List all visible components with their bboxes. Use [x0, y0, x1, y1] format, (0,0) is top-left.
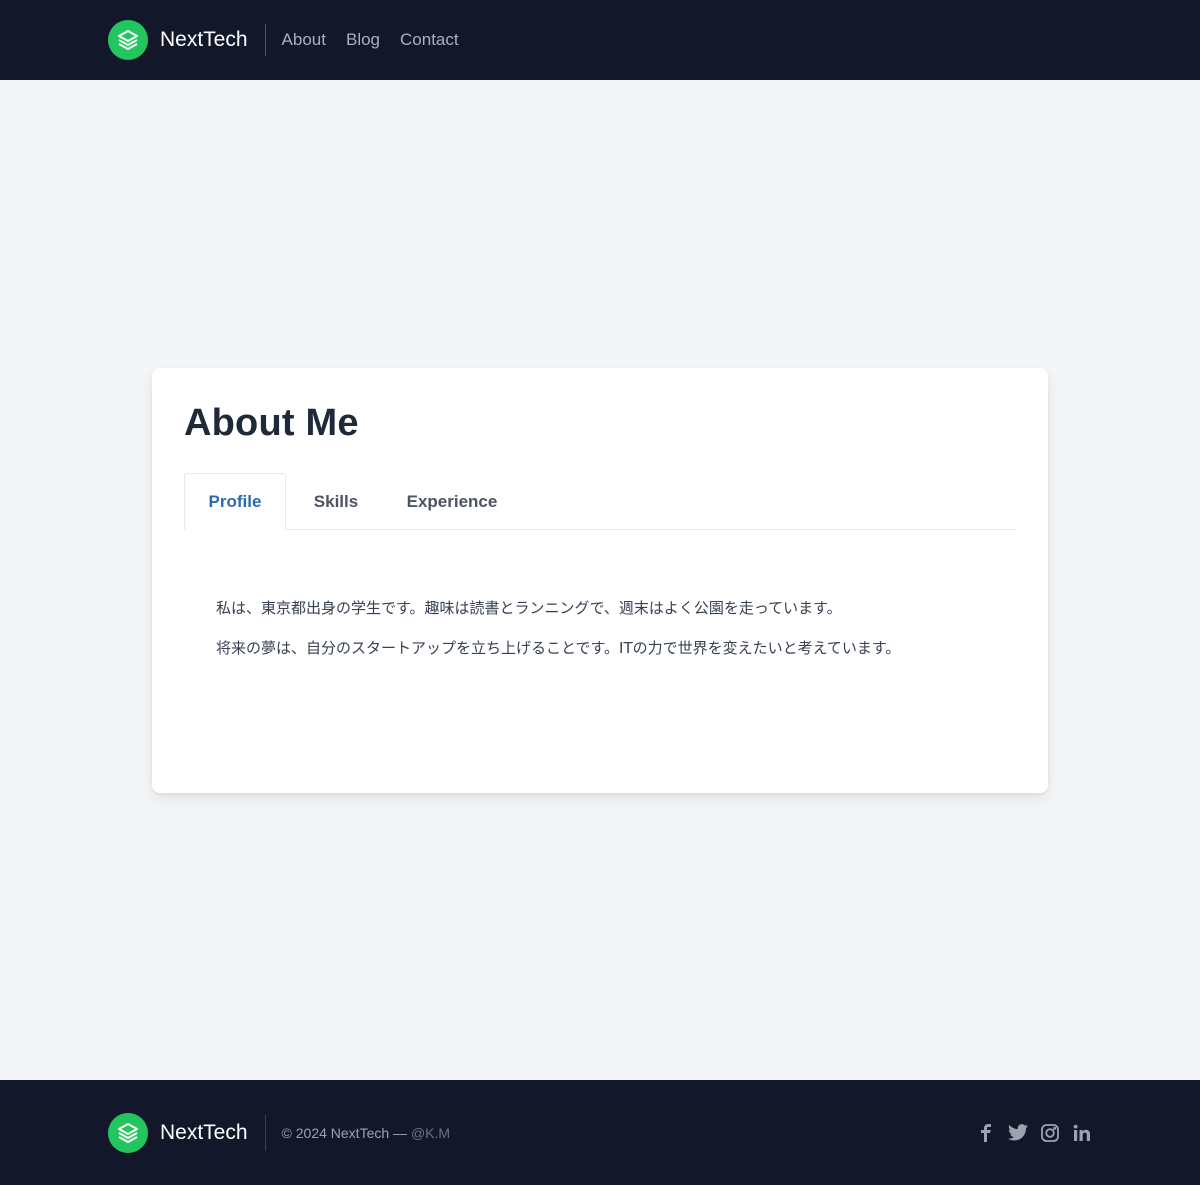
divider: [264, 24, 266, 56]
instagram-icon[interactable]: [1040, 1123, 1060, 1143]
nav-link-blog[interactable]: Blog: [346, 30, 380, 50]
layers-logo-icon: [108, 1112, 148, 1153]
copyright-label: © 2024 NextTech —: [281, 1124, 411, 1141]
top-navbar: NextTech About Blog Contact: [0, 0, 1200, 80]
footer: NextTech © 2024 NextTech — @K.M: [0, 1080, 1200, 1185]
brand-name: NextTech: [160, 28, 248, 51]
footer-brand-name: NextTech: [160, 1120, 248, 1144]
twitter-icon[interactable]: [1008, 1123, 1028, 1143]
divider: [264, 1114, 266, 1151]
facebook-icon[interactable]: [976, 1123, 996, 1143]
linkedin-icon[interactable]: [1072, 1123, 1092, 1143]
author-handle: @K.M: [410, 1124, 451, 1141]
nav-link-contact[interactable]: Contact: [400, 30, 459, 50]
tab-profile[interactable]: Profile: [184, 473, 286, 530]
copyright-text: © 2024 NextTech — @K.M: [282, 1125, 451, 1141]
tab-skills[interactable]: Skills: [286, 473, 386, 530]
tab-panel-profile: 私は、東京都出身の学生です。趣味は読書とランニングで、週末はよく公園を走っていま…: [184, 530, 1016, 658]
tab-experience[interactable]: Experience: [386, 473, 518, 530]
brand[interactable]: NextTech: [108, 20, 248, 60]
social-links: [976, 1080, 1092, 1185]
nav-link-about[interactable]: About: [282, 30, 326, 50]
profile-paragraph: 私は、東京都出身の学生です。趣味は読書とランニングで、週末はよく公園を走っていま…: [216, 599, 842, 617]
page-title: About Me: [184, 402, 359, 444]
footer-brand[interactable]: NextTech: [108, 1112, 248, 1153]
tab-bar: Profile Skills Experience: [184, 473, 1016, 530]
layers-logo-icon: [108, 20, 148, 60]
about-card: About Me Profile Skills Experience 私は、東京…: [152, 368, 1048, 793]
profile-paragraph: 将来の夢は、自分のスタートアップを立ち上げることです。ITの力で世界を変えたいと…: [216, 639, 901, 657]
main-nav: About Blog Contact: [282, 30, 459, 50]
